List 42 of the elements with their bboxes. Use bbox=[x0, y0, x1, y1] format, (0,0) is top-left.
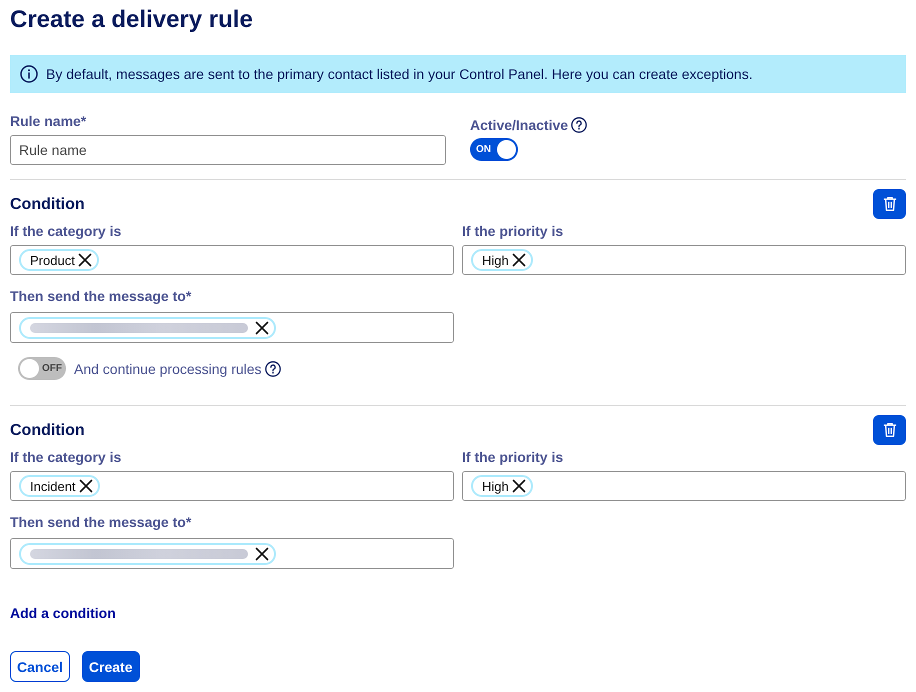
close-icon[interactable] bbox=[512, 253, 526, 267]
category-field[interactable]: Product bbox=[10, 245, 454, 275]
banner-text: By default, messages are sent to the primary contact listed in your Control Panel. Here you can create exceptions. bbox=[46, 66, 753, 82]
continue-toggle[interactable]: OFF bbox=[18, 357, 66, 380]
field-label: If the priority is bbox=[462, 222, 564, 241]
delete-button[interactable] bbox=[873, 189, 906, 219]
recipient-field[interactable] bbox=[10, 538, 454, 569]
help-icon[interactable] bbox=[264, 360, 281, 376]
field-label: If the category is bbox=[10, 448, 122, 467]
field-label: Then send the message to* bbox=[10, 287, 192, 306]
close-icon[interactable] bbox=[255, 546, 269, 560]
condition-heading: Condition bbox=[10, 195, 85, 215]
field-label: If the priority is bbox=[462, 448, 564, 467]
field-label: If the category is bbox=[10, 222, 122, 241]
close-icon[interactable] bbox=[255, 320, 269, 334]
tag-label: High bbox=[482, 478, 509, 494]
trash-icon bbox=[882, 196, 896, 212]
priority-field[interactable]: High bbox=[462, 245, 906, 275]
delete-button[interactable] bbox=[873, 415, 906, 445]
active-toggle[interactable]: ON bbox=[470, 138, 518, 161]
condition-heading: Condition bbox=[10, 421, 85, 441]
close-icon[interactable] bbox=[78, 253, 92, 267]
help-icon[interactable] bbox=[571, 117, 588, 133]
toggle-label: And continue processing rules bbox=[74, 360, 262, 376]
recipient-field[interactable] bbox=[10, 312, 454, 343]
create-button[interactable]: Create bbox=[82, 651, 140, 682]
tag-label: High bbox=[482, 252, 509, 268]
field-label: Active/Inactive bbox=[470, 116, 568, 135]
rule-name-field[interactable]: Rule name bbox=[10, 135, 446, 165]
trash-icon bbox=[882, 422, 896, 438]
close-icon[interactable] bbox=[78, 479, 93, 493]
page-title: Create a delivery rule bbox=[10, 5, 253, 35]
field-label: Then send the message to* bbox=[10, 513, 192, 532]
category-field[interactable]: Incident bbox=[10, 471, 454, 501]
tag-label: Incident bbox=[30, 478, 76, 494]
tag-label: Product bbox=[30, 252, 75, 268]
cancel-button[interactable]: Cancel bbox=[10, 651, 70, 682]
close-icon[interactable] bbox=[512, 479, 526, 493]
field-label: Rule name* bbox=[10, 112, 86, 131]
priority-field[interactable]: High bbox=[462, 471, 906, 501]
info-icon bbox=[20, 65, 38, 83]
add-condition-link[interactable]: Add a condition bbox=[10, 605, 116, 621]
